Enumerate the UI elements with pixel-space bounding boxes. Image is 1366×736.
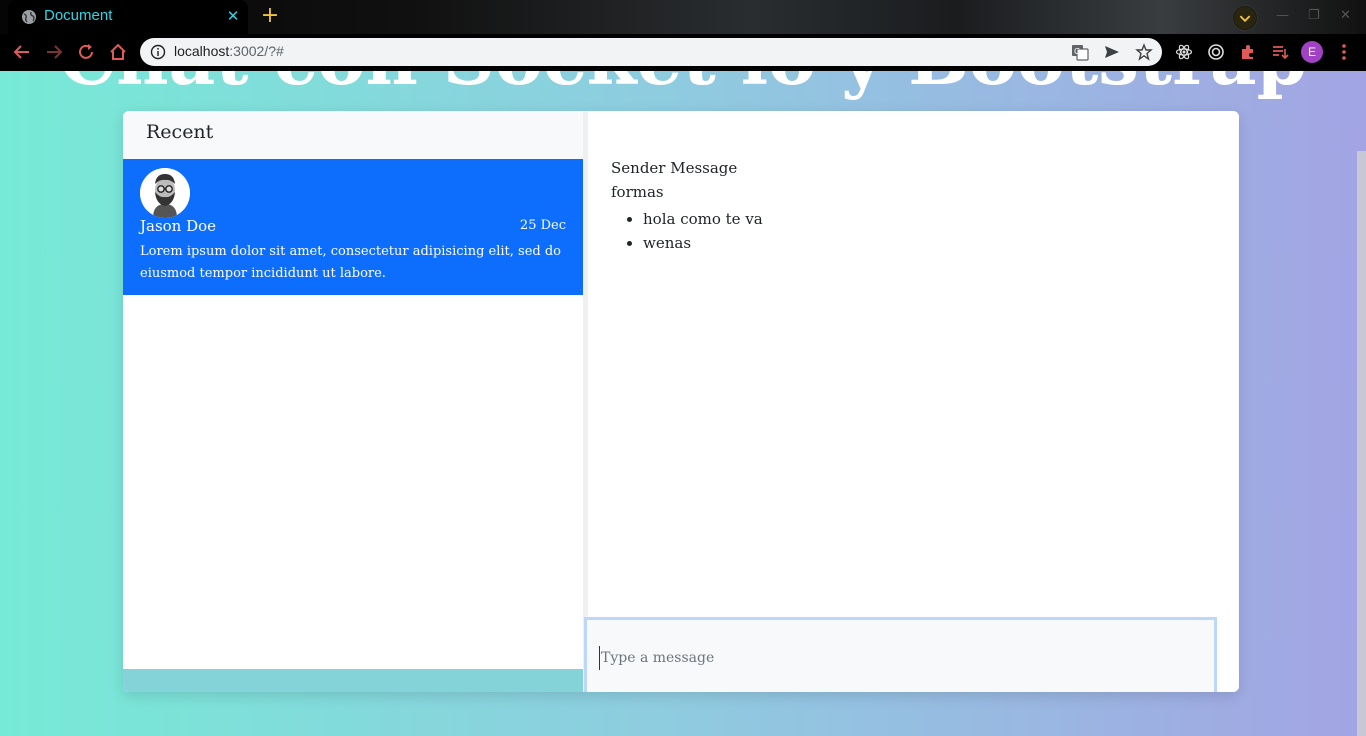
url-host: localhost xyxy=(174,43,230,59)
profile-avatar[interactable]: E xyxy=(1301,41,1323,63)
tab-title: Document xyxy=(44,7,113,24)
send-icon[interactable] xyxy=(1103,43,1121,61)
bookmark-star-icon[interactable] xyxy=(1135,43,1153,61)
address-bar[interactable] xyxy=(140,38,1162,66)
browser-menu-icon[interactable] xyxy=(1336,42,1352,62)
translate-icon[interactable]: G xyxy=(1071,43,1089,61)
contact-name: Jason Doe xyxy=(140,217,217,235)
contact-preview: Lorem ipsum dolor sit amet, consectetur … xyxy=(140,244,561,281)
target-extension-icon[interactable] xyxy=(1207,43,1225,61)
page-scrollbar[interactable] xyxy=(1357,151,1366,736)
maximize-icon[interactable]: ❐ xyxy=(1308,8,1320,23)
message-sender: Sender Message xyxy=(611,159,738,177)
minimize-icon[interactable]: — xyxy=(1276,8,1289,23)
sidebar-footer xyxy=(123,669,583,692)
contact-date: 25 Dec xyxy=(519,218,566,233)
home-icon[interactable] xyxy=(108,42,128,62)
compose-box xyxy=(584,617,1217,692)
close-tab-icon[interactable]: ✕ xyxy=(224,7,242,25)
list-item: hola como te va xyxy=(627,207,763,231)
message-list: hola como te va wenas xyxy=(627,207,763,255)
browser-tab[interactable]: Document ✕ xyxy=(8,0,248,34)
close-window-icon[interactable]: ✕ xyxy=(1340,8,1351,23)
info-icon[interactable] xyxy=(150,44,166,60)
reload-icon[interactable] xyxy=(76,42,96,62)
recent-sidebar: Recent Jason Doe 25 Dec Lorem ipsum dolo… xyxy=(123,111,583,692)
sidebar-title: Recent xyxy=(146,121,214,143)
tab-strip: Document ✕ + — ❐ ✕ xyxy=(0,0,1366,34)
globe-icon xyxy=(22,10,36,24)
avatar xyxy=(140,168,190,218)
user-avatar-icon xyxy=(140,168,190,218)
back-icon[interactable] xyxy=(12,42,32,62)
card-edge xyxy=(1217,617,1239,692)
page-title: Chat con Socket io y Bootstrap xyxy=(0,71,1366,101)
new-tab-button[interactable]: + xyxy=(259,5,281,27)
page-viewport: Chat con Socket io y Bootstrap Recent xyxy=(0,71,1366,736)
contact-item[interactable]: Jason Doe 25 Dec Lorem ipsum dolor sit a… xyxy=(123,159,583,295)
tab-search-button[interactable] xyxy=(1232,5,1258,31)
extensions-puzzle-icon[interactable] xyxy=(1239,43,1257,61)
forward-icon[interactable] xyxy=(44,42,64,62)
sidebar-header: Recent xyxy=(123,111,583,159)
message-text: formas xyxy=(611,183,664,201)
reading-list-icon[interactable] xyxy=(1271,43,1289,61)
react-devtools-icon[interactable] xyxy=(1175,43,1193,61)
url-text: localhost:3002/?# xyxy=(174,43,284,59)
list-item: wenas xyxy=(627,231,763,255)
svg-text:G: G xyxy=(1074,47,1080,56)
chat-card: Recent Jason Doe 25 Dec Lorem ipsum dolo… xyxy=(123,111,1239,692)
url-path: :3002/?# xyxy=(229,43,284,59)
messages-panel: Sender Message formas hola como te va we… xyxy=(588,111,1239,617)
message-input[interactable] xyxy=(599,646,1199,670)
